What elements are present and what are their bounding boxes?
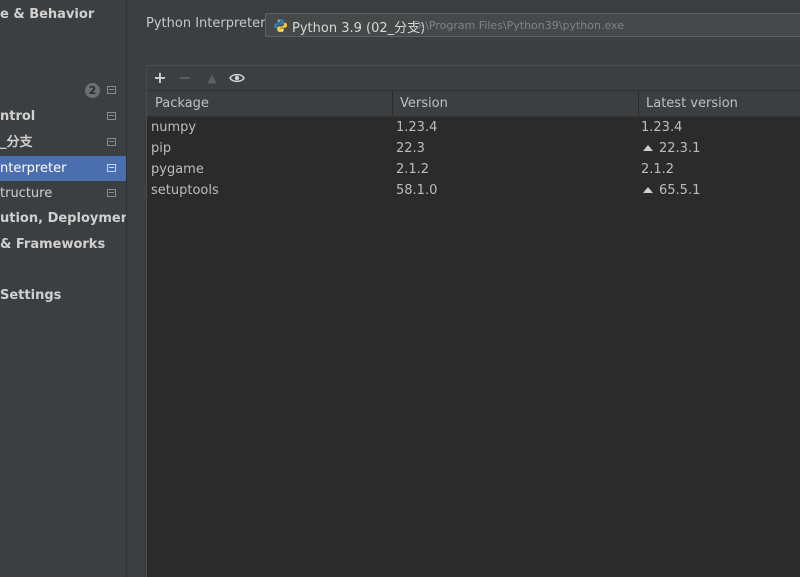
- column-header-version[interactable]: Version: [400, 91, 448, 116]
- column-divider[interactable]: [392, 91, 393, 116]
- package-version: 58.1.0: [396, 183, 438, 198]
- sidebar-item-project-badge[interactable]: 2: [0, 78, 126, 103]
- sidebar-item-languages-frameworks[interactable]: & Frameworks: [0, 232, 126, 257]
- project-scope-icon: [107, 164, 116, 172]
- table-row[interactable]: numpy 1.23.4 1.23.4: [147, 117, 800, 138]
- sidebar-item-python-interpreter[interactable]: nterpreter: [0, 156, 126, 181]
- column-header-latest-version[interactable]: Latest version: [646, 91, 738, 116]
- sidebar-item-advanced-settings[interactable]: Settings: [0, 283, 126, 308]
- python-icon: [273, 18, 288, 33]
- sidebar-item-label: & Frameworks: [0, 237, 106, 252]
- eye-icon[interactable]: [227, 68, 247, 88]
- table-row[interactable]: pip 22.3 22.3.1: [147, 138, 800, 159]
- sidebar-item-label: e & Behavior: [0, 7, 95, 22]
- table-row[interactable]: pygame 2.1.2 2.1.2: [147, 159, 800, 180]
- sidebar-item-label: ution, Deployment: [0, 211, 127, 226]
- settings-window: e & Behavior 2 ntrol _分支 nterpreter truc…: [0, 0, 800, 577]
- minus-icon[interactable]: −: [175, 68, 195, 88]
- package-name: pygame: [151, 162, 204, 177]
- column-divider[interactable]: [638, 91, 639, 116]
- project-scope-icon: [107, 138, 116, 146]
- packages-panel: + − ▲ Package Version Latest version num…: [146, 65, 800, 577]
- sidebar-item-project[interactable]: _分支: [0, 130, 126, 155]
- table-row[interactable]: setuptools 58.1.0 65.5.1: [147, 180, 800, 201]
- sidebar-item-label: _分支: [0, 135, 33, 150]
- interpreter-name: Python 3.9 (02_分支): [292, 21, 426, 36]
- packages-table-header: Package Version Latest version: [147, 90, 800, 117]
- sidebar-item-build-execution-deployment[interactable]: ution, Deployment: [0, 206, 126, 231]
- package-latest-version: 65.5.1: [643, 180, 700, 201]
- package-name: setuptools: [151, 183, 219, 198]
- upgrade-icon[interactable]: ▲: [202, 68, 222, 88]
- settings-sidebar: e & Behavior 2 ntrol _分支 nterpreter truc…: [0, 0, 127, 577]
- notification-badge: 2: [85, 83, 100, 98]
- interpreter-select[interactable]: Python 3.9 (02_分支) D:\Program Files\Pyth…: [265, 13, 800, 37]
- project-scope-icon: [107, 112, 116, 120]
- sidebar-item-appearance-behavior[interactable]: e & Behavior: [0, 2, 126, 27]
- plus-icon[interactable]: +: [150, 68, 170, 88]
- package-latest-version: 2.1.2: [641, 162, 675, 177]
- interpreter-path: D:\Program Files\Python39\python.exe: [413, 19, 624, 32]
- project-scope-icon: [107, 86, 116, 94]
- sidebar-item-label: tructure: [0, 186, 53, 201]
- sidebar-item-label: ntrol: [0, 109, 36, 124]
- sidebar-item-label: Settings: [0, 288, 62, 303]
- interpreter-label: Python Interpreter:: [146, 16, 270, 31]
- package-version: 22.3: [396, 141, 425, 156]
- project-scope-icon: [107, 189, 116, 197]
- package-version: 2.1.2: [396, 162, 430, 177]
- upgrade-available-icon: [643, 187, 653, 193]
- package-version: 1.23.4: [396, 120, 438, 135]
- sidebar-item-project-structure[interactable]: tructure: [0, 181, 126, 206]
- package-name: pip: [151, 141, 172, 156]
- column-header-package[interactable]: Package: [155, 91, 209, 116]
- package-latest-version: 1.23.4: [641, 120, 683, 135]
- upgrade-available-icon: [643, 145, 653, 151]
- package-latest-version: 22.3.1: [643, 138, 700, 159]
- sidebar-item-version-control[interactable]: ntrol: [0, 104, 126, 129]
- packages-toolbar: + − ▲: [147, 66, 800, 90]
- sidebar-item-label: nterpreter: [0, 161, 67, 176]
- package-name: numpy: [151, 120, 197, 135]
